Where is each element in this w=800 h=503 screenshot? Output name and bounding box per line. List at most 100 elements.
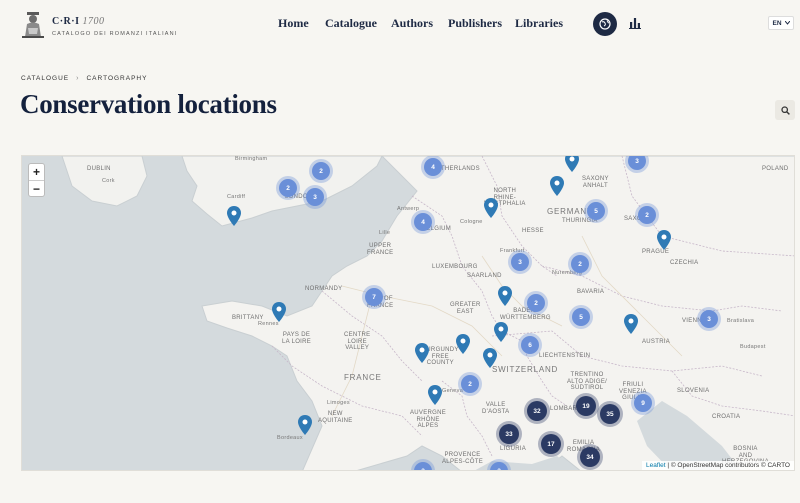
stats-view-button[interactable] — [627, 15, 643, 31]
map-pin-icon[interactable] — [298, 415, 312, 435]
nav-authors[interactable]: Authors — [391, 16, 433, 31]
breadcrumb-catalogue[interactable]: CATALOGUE — [21, 75, 69, 82]
attribution-text[interactable]: | © OpenStreetMap contributors © CARTO — [667, 462, 790, 469]
map-cluster[interactable]: 5 — [587, 202, 605, 220]
locations-map[interactable]: NETHERLANDS NORTH RHINE- WESTPHALIA GERMAN… — [21, 155, 795, 471]
nav-libraries[interactable]: Libraries — [515, 16, 563, 31]
city-label: Limoges — [327, 400, 350, 406]
map-label: HESSE — [522, 228, 544, 234]
leaflet-link[interactable]: Leaflet — [646, 462, 666, 469]
map-cluster[interactable]: 4 — [414, 213, 432, 231]
map-label: VALLE D'AOSTA — [482, 402, 510, 415]
map-label: PROVENCE ALPES-CÔTE — [442, 452, 484, 465]
city-label: Budapest — [740, 344, 766, 350]
map-label: AUSTRIA — [642, 339, 671, 345]
map-tiles[interactable] — [22, 156, 795, 471]
map-cluster[interactable]: 2 — [638, 206, 656, 224]
city-label: Cologne — [460, 219, 483, 225]
map-label: AUVERGNE RHÔNE ALPES — [410, 410, 447, 430]
map-pin-icon[interactable] — [498, 286, 512, 306]
language-selected: EN — [772, 19, 782, 27]
map-label: CENTRE LOIRE VALLEY — [344, 332, 371, 352]
map-label: DUBLIN — [87, 166, 111, 172]
page-title: Conservation locations — [20, 89, 277, 119]
map-cluster[interactable]: 2 — [279, 179, 297, 197]
map-label: TRENTINO ALTO ADIGE/SÜDTIROL — [567, 372, 608, 392]
city-label: Lille — [379, 230, 391, 236]
map-cluster[interactable]: 35 — [600, 404, 620, 424]
map-view-button[interactable] — [593, 12, 617, 36]
map-label: SWITZERLAND — [492, 365, 559, 374]
brand-year: 1700 — [82, 16, 105, 27]
map-pin-icon[interactable] — [483, 348, 497, 368]
chevron-down-icon — [784, 21, 790, 25]
map-cluster[interactable]: 2 — [527, 294, 545, 312]
map-pin-icon[interactable] — [565, 155, 579, 172]
map-label: NORMANDY — [305, 286, 343, 292]
map-pin-icon[interactable] — [272, 302, 286, 322]
map-pin-icon[interactable] — [227, 206, 241, 226]
map-cluster[interactable]: 6 — [521, 336, 539, 354]
map-cluster[interactable]: 3 — [700, 310, 718, 328]
search-icon — [780, 105, 790, 115]
chevron-right-icon: › — [76, 75, 80, 82]
city-label: Cardiff — [227, 194, 246, 200]
map-label: POLAND — [762, 166, 789, 172]
map-pin-icon[interactable] — [456, 334, 470, 354]
map-label: SLOVENIA — [677, 388, 710, 394]
map-cluster[interactable]: 19 — [576, 396, 596, 416]
map-pin-icon[interactable] — [550, 176, 564, 196]
map-cluster[interactable]: 4 — [424, 158, 442, 176]
map-pin-icon[interactable] — [484, 198, 498, 218]
map-cluster[interactable]: 33 — [499, 424, 519, 444]
zoom-control: + − — [28, 163, 45, 197]
map-cluster[interactable]: 2 — [571, 255, 589, 273]
map-label: NEW AQUITAINE — [318, 411, 353, 424]
map-pin-icon[interactable] — [428, 385, 442, 405]
map-cluster[interactable]: 34 — [580, 447, 600, 467]
map-label: GREATER EAST — [450, 302, 481, 315]
map-cluster[interactable]: 3 — [511, 253, 529, 271]
map-cluster[interactable]: 3 — [306, 188, 324, 206]
map-label: SAARLAND — [467, 273, 502, 279]
map-pin-icon[interactable] — [624, 314, 638, 334]
city-label: Antwerp — [397, 206, 420, 212]
city-label: Cork — [102, 178, 115, 184]
site-header: C·R·I 1700 CATALOGO DEI ROMANZI ITALIANI… — [0, 0, 800, 52]
city-label: Geneva — [442, 388, 464, 394]
language-select[interactable]: EN — [768, 16, 794, 30]
nav-catalogue[interactable]: Catalogue — [325, 16, 377, 31]
map-label: CROATIA — [712, 414, 741, 420]
map-cluster[interactable]: 32 — [527, 401, 547, 421]
map-label: LIGURIA — [500, 446, 527, 452]
map-label: UPPER FRANCE — [367, 243, 394, 256]
nav-home[interactable]: Home — [278, 16, 309, 31]
map-label: PAYS DE LA LOIRE — [282, 332, 312, 345]
brand-subtitle: CATALOGO DEI ROMANZI ITALIANI — [52, 31, 178, 37]
city-label: Bordeaux — [277, 435, 303, 441]
search-button[interactable] — [775, 100, 795, 120]
map-label: BADEN- WÜRTTEMBERG — [500, 308, 551, 321]
logo-emblem[interactable] — [22, 10, 44, 38]
map-label: BAVARIA — [577, 289, 605, 295]
map-label: FRANCE — [344, 373, 382, 382]
map-label: CZECHIA — [670, 260, 699, 266]
zoom-out-button[interactable]: − — [29, 180, 44, 196]
map-attribution: Leaflet | © OpenStreetMap contributors ©… — [641, 461, 794, 470]
map-cluster[interactable]: 17 — [541, 434, 561, 454]
map-cluster[interactable]: 9 — [634, 394, 652, 412]
map-pin-icon[interactable] — [494, 322, 508, 342]
map-cluster[interactable]: 7 — [365, 288, 383, 306]
map-pin-icon[interactable] — [415, 343, 429, 363]
zoom-in-button[interactable]: + — [29, 164, 44, 180]
brand-title[interactable]: C·R·I 1700 — [52, 16, 105, 27]
map-pin-icon[interactable] — [657, 230, 671, 250]
nav-publishers[interactable]: Publishers — [448, 16, 502, 31]
map-label: LIECHTENSTEIN — [539, 353, 591, 359]
map-label: LUXEMBOURG — [432, 264, 478, 270]
city-label: Bratislava — [727, 318, 755, 324]
bar-chart-icon — [629, 18, 641, 29]
map-cluster[interactable]: 2 — [312, 162, 330, 180]
map-cluster[interactable]: 2 — [461, 375, 479, 393]
map-cluster[interactable]: 5 — [572, 308, 590, 326]
